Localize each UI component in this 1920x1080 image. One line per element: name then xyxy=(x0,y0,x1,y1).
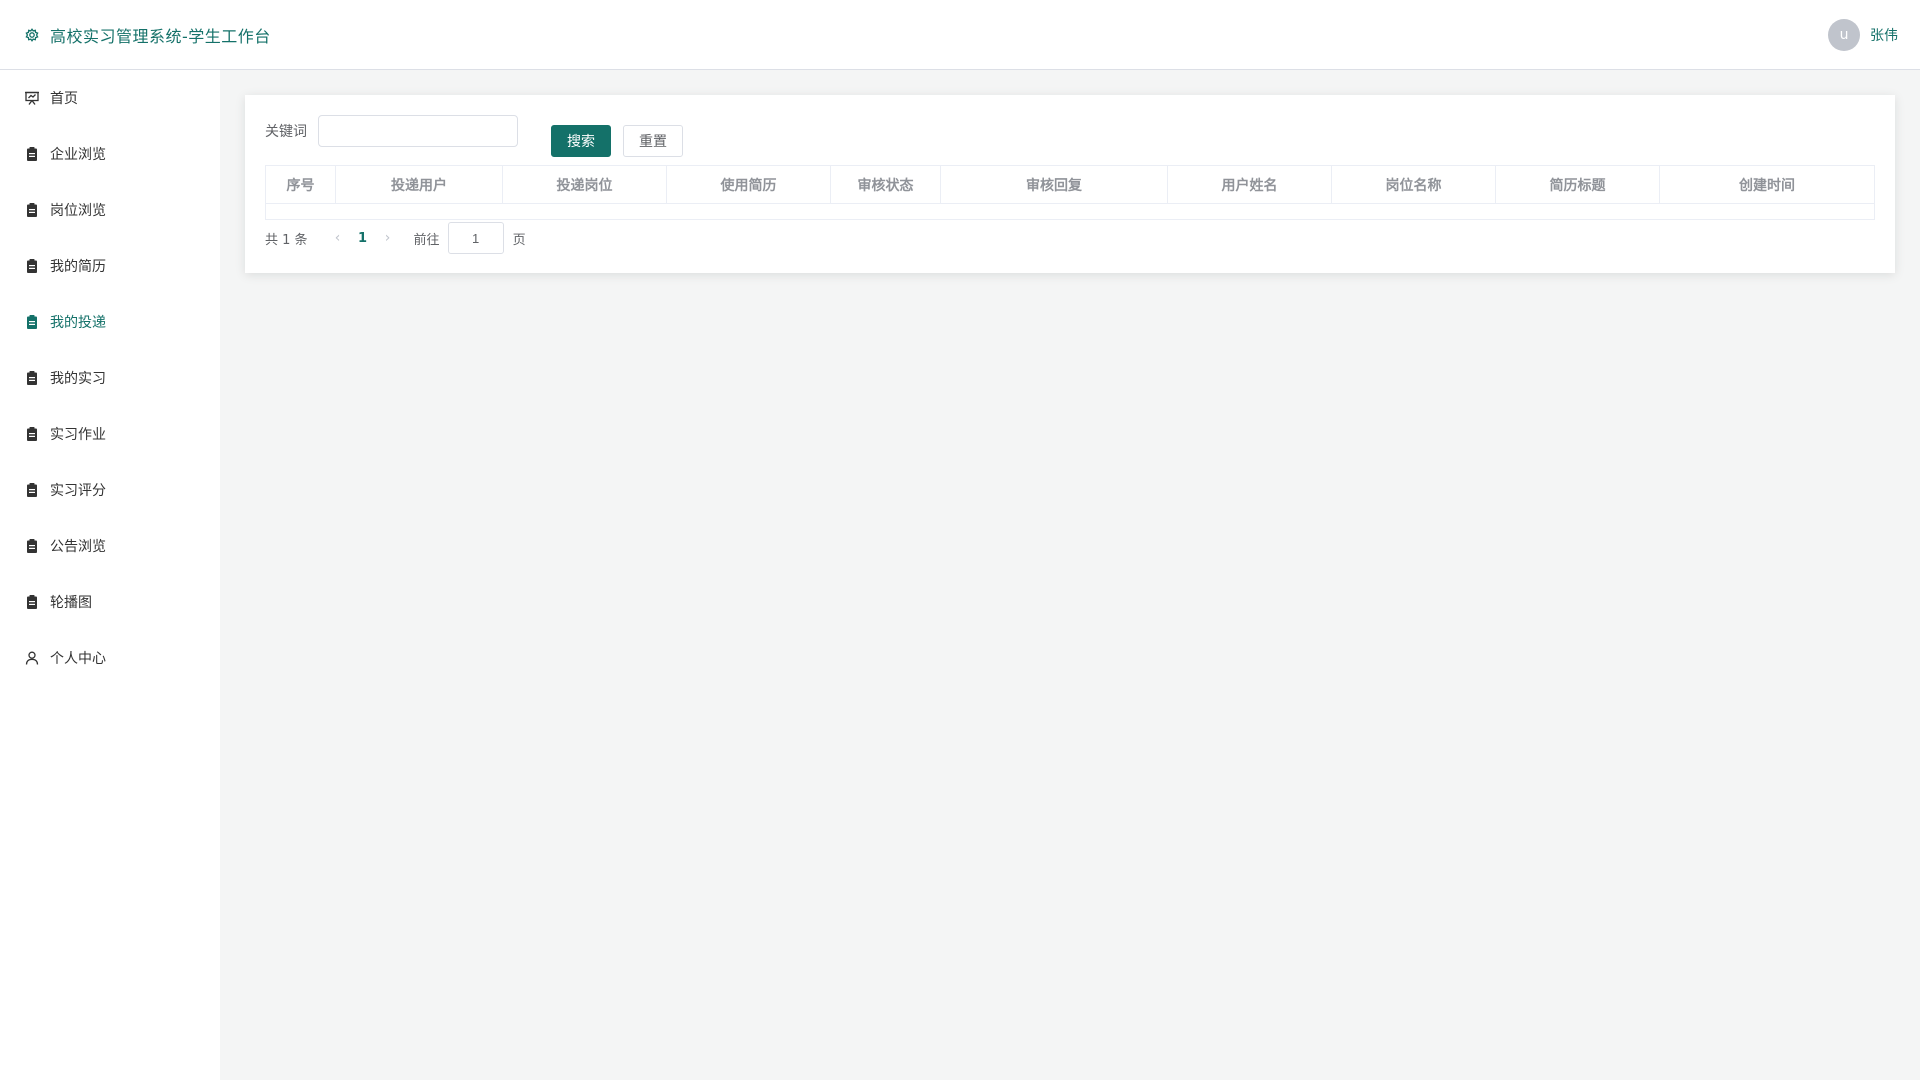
applications-table: 序号 投递用户 投递岗位 使用简历 审核状态 审核回复 用户姓名 岗位名称 简历… xyxy=(265,165,1875,220)
clipboard-icon xyxy=(24,538,40,554)
gear-icon xyxy=(25,27,39,42)
clipboard-icon xyxy=(24,146,40,162)
sidebar-item-label: 公告浏览 xyxy=(50,539,106,555)
presentation-icon xyxy=(24,90,40,106)
search-form: 关键词 xyxy=(265,115,518,147)
column-header[interactable]: 审核状态 xyxy=(831,166,941,203)
user-icon xyxy=(24,650,40,666)
goto-page-input[interactable] xyxy=(447,222,504,254)
column-header[interactable]: 简历标题 xyxy=(1496,166,1660,203)
column-header[interactable]: 用户姓名 xyxy=(1168,166,1332,203)
clipboard-icon xyxy=(24,594,40,610)
sidebar-item-personal-center[interactable]: 个人中心 xyxy=(0,630,220,686)
keyword-label: 关键词 xyxy=(265,124,307,140)
next-page-icon[interactable]: › xyxy=(380,230,396,246)
brand: 高校实习管理系统-学生工作台 xyxy=(24,23,271,47)
sidebar-item-label: 我的实习 xyxy=(50,371,106,387)
sidebar-item-my-resume[interactable]: 我的简历 xyxy=(0,238,220,294)
app-title: 高校实习管理系统-学生工作台 xyxy=(50,26,271,46)
sidebar-item-label: 岗位浏览 xyxy=(50,203,106,219)
column-header[interactable]: 序号 xyxy=(266,166,336,203)
sidebar-item-my-applications[interactable]: 我的投递 xyxy=(0,294,220,350)
page-suffix: 页 xyxy=(512,232,526,248)
sidebar-item-label: 实习评分 xyxy=(50,483,106,499)
sidebar: 首页 企业浏览 岗位浏览 我的简历 我的投递 我的实习 实习作业 实习评分 公告… xyxy=(0,70,220,1080)
clipboard-icon xyxy=(24,258,40,274)
page-number[interactable]: 1 xyxy=(346,231,380,246)
clipboard-icon xyxy=(24,314,40,330)
sidebar-item-announcements[interactable]: 公告浏览 xyxy=(0,518,220,574)
sidebar-item-home[interactable]: 首页 xyxy=(0,70,220,126)
sidebar-item-internship-assignments[interactable]: 实习作业 xyxy=(0,406,220,462)
goto-label: 前往 xyxy=(413,232,440,248)
avatar[interactable]: u xyxy=(1828,18,1860,51)
column-header[interactable]: 审核回复 xyxy=(941,166,1168,203)
sidebar-item-label: 个人中心 xyxy=(50,651,106,667)
prev-page-icon[interactable]: ‹ xyxy=(330,230,346,246)
column-header[interactable]: 创建时间 xyxy=(1660,166,1874,203)
column-header[interactable]: 投递用户 xyxy=(336,166,503,203)
sidebar-item-label: 轮播图 xyxy=(50,595,92,611)
main-content: 关键词 搜索 重置 序号 投递用户 投递岗位 使用简历 审核状态 审核回复 用户… xyxy=(220,70,1920,1080)
table-body xyxy=(266,204,1874,219)
sidebar-item-my-internship[interactable]: 我的实习 xyxy=(0,350,220,406)
column-header[interactable]: 使用简历 xyxy=(667,166,831,203)
username[interactable]: 张伟 xyxy=(1870,25,1898,45)
clipboard-icon xyxy=(24,426,40,442)
sidebar-item-label: 我的简历 xyxy=(50,259,106,275)
column-header[interactable]: 投递岗位 xyxy=(503,166,667,203)
top-header: 高校实习管理系统-学生工作台 u 张伟 xyxy=(0,0,1920,70)
clipboard-icon xyxy=(24,482,40,498)
reset-button[interactable]: 重置 xyxy=(623,125,683,157)
clipboard-icon xyxy=(24,370,40,386)
sidebar-item-label: 实习作业 xyxy=(50,427,106,443)
sidebar-item-label: 首页 xyxy=(50,91,78,107)
column-header[interactable]: 岗位名称 xyxy=(1332,166,1496,203)
sidebar-item-label: 我的投递 xyxy=(50,315,106,331)
sidebar-item-carousel[interactable]: 轮播图 xyxy=(0,574,220,630)
sidebar-item-label: 企业浏览 xyxy=(50,147,106,163)
applications-card: 关键词 搜索 重置 序号 投递用户 投递岗位 使用简历 审核状态 审核回复 用户… xyxy=(245,95,1895,273)
search-button[interactable]: 搜索 xyxy=(551,125,611,157)
sidebar-item-company-browse[interactable]: 企业浏览 xyxy=(0,126,220,182)
sidebar-item-job-browse[interactable]: 岗位浏览 xyxy=(0,182,220,238)
keyword-input[interactable] xyxy=(318,115,518,147)
table-header: 序号 投递用户 投递岗位 使用简历 审核状态 审核回复 用户姓名 岗位名称 简历… xyxy=(266,166,1874,204)
user-menu[interactable]: u 张伟 xyxy=(1828,18,1898,51)
sidebar-item-internship-rating[interactable]: 实习评分 xyxy=(0,462,220,518)
pagination: 共 1 条 ‹ 1 › 前往 页 xyxy=(265,222,526,254)
total-count: 共 1 条 xyxy=(265,232,308,248)
clipboard-icon xyxy=(24,202,40,218)
